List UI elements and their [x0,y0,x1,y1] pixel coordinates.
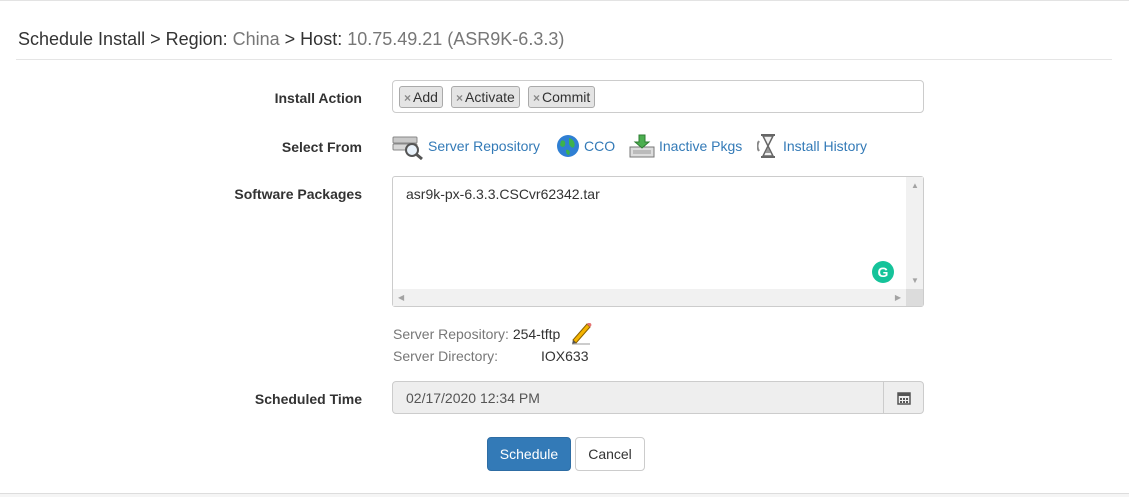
scroll-right-icon[interactable]: ▶ [895,294,901,302]
server-repository-link[interactable]: Server Repository [392,132,540,160]
title-region: China [232,29,280,49]
scheduled-time-input[interactable]: 02/17/2020 12:34 PM [392,381,924,414]
source-label: Inactive Pkgs [659,138,743,154]
source-label: Server Repository [428,138,541,154]
scheduled-time-label: Scheduled Time [254,391,362,407]
software-packages-textarea[interactable]: asr9k-px-6.3.3.CSCvr62342.tar G ▲ ▼ ◀ ▶ [392,176,924,307]
install-history-link[interactable]: Install History [757,132,867,160]
software-packages-value: asr9k-px-6.3.3.CSCvr62342.tar [406,186,600,202]
inactive-pkgs-link[interactable]: Inactive Pkgs [629,132,742,160]
server-directory-info: Server Directory: [393,348,498,364]
title-prefix: Schedule Install > Region: [18,29,233,49]
install-action-select[interactable]: × Add × Activate × Commit [392,80,924,113]
select-from-label: Select From [281,139,362,155]
title-host-prefix: > Host: [279,29,348,49]
tag-activate[interactable]: × Activate [451,86,520,108]
remove-tag-icon[interactable]: × [533,91,540,105]
source-label: Install History [783,138,868,154]
software-packages-label: Software Packages [234,186,362,202]
scheduled-time-value: 02/17/2020 12:34 PM [406,390,540,406]
tag-label: Commit [542,89,591,105]
title-host: 10.75.49.21 (ASR9K-6.3.3) [347,29,565,49]
cancel-button[interactable]: Cancel [575,437,645,471]
tag-add[interactable]: × Add [399,86,443,108]
tag-label: Add [413,89,438,105]
grammarly-icon[interactable]: G [872,261,894,283]
globe-icon [557,135,579,157]
scroll-left-icon[interactable]: ◀ [398,294,404,302]
server-directory-value: IOX633 [541,348,588,364]
vertical-scrollbar[interactable]: ▲ ▼ [906,177,923,289]
schedule-button[interactable]: Schedule [487,437,571,471]
schedule-install-panel: Schedule Install > Region: China > Host:… [0,0,1129,494]
source-label: CCO [584,138,616,154]
download-tray-icon [629,134,655,158]
remove-tag-icon[interactable]: × [456,91,463,105]
cco-link[interactable]: CCO [556,132,615,160]
server-directory-value-text: IOX633 [541,348,589,364]
remove-tag-icon[interactable]: × [404,91,411,105]
install-action-label: Install Action [274,90,362,106]
server-repository-value: 254-tftp [512,326,561,342]
page-title: Schedule Install > Region: China > Host:… [18,29,564,50]
horizontal-scrollbar[interactable]: ◀ ▶ [393,289,907,306]
server-search-icon [392,136,423,160]
scroll-down-icon[interactable]: ▼ [911,277,919,285]
calendar-button[interactable] [883,382,923,413]
hourglass-history-icon [757,134,775,158]
server-repository-key: Server Repository: [393,326,509,342]
server-directory-key: Server Directory: [393,348,499,364]
tag-label: Activate [465,89,515,105]
server-repository-info: Server Repository: 254-tftp [393,326,560,342]
scrollbar-corner [906,289,923,306]
calendar-icon [896,391,911,405]
title-divider [16,59,1112,60]
scroll-up-icon[interactable]: ▲ [911,182,919,190]
tag-commit[interactable]: × Commit [528,86,596,108]
edit-pencil-icon[interactable] [570,321,592,348]
